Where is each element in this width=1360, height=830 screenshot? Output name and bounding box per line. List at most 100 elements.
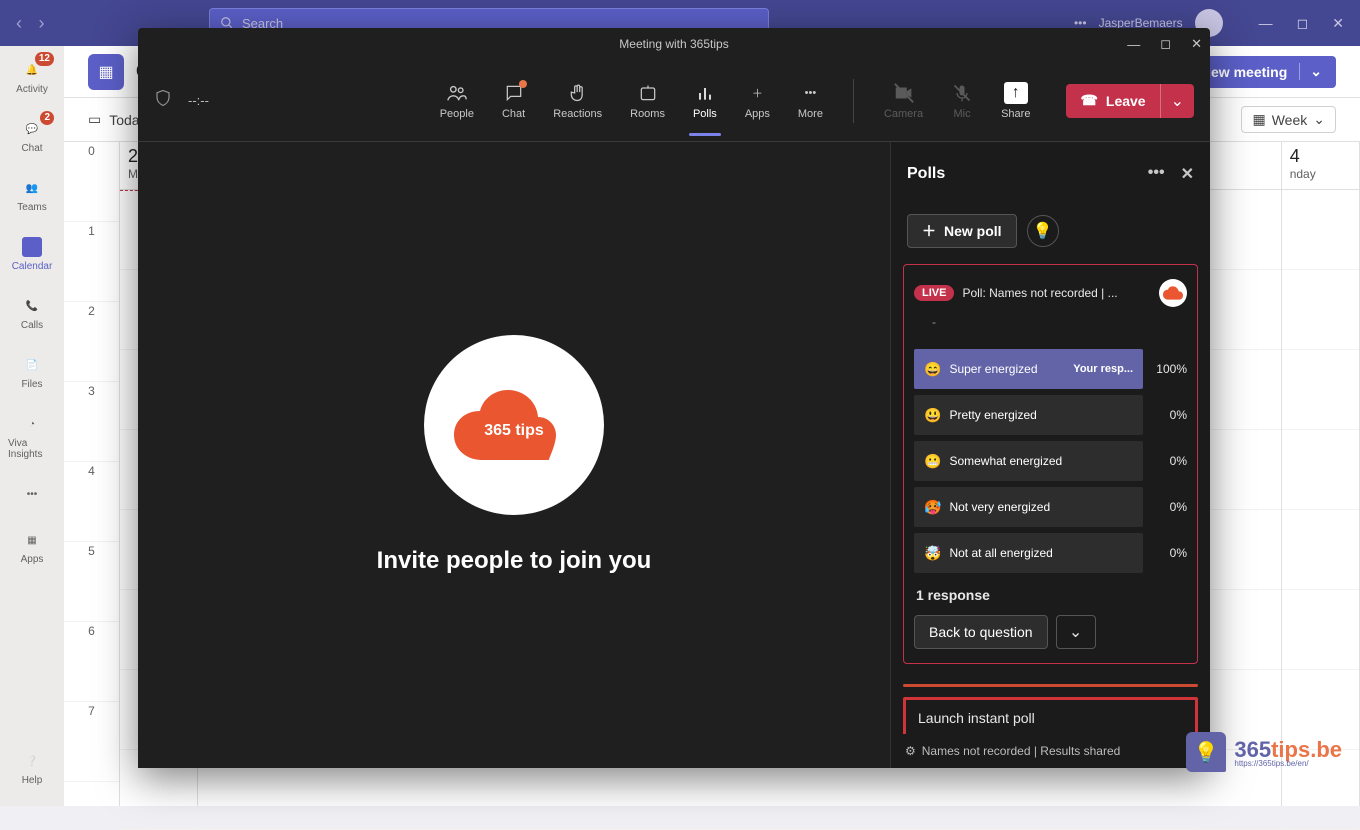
- polls-title: Polls: [907, 165, 945, 183]
- more-icon: •••: [799, 82, 821, 104]
- phone-icon: 📞: [20, 294, 44, 318]
- new-poll-button[interactable]: ＋New poll: [907, 214, 1017, 248]
- bulb-icon: 💡: [1186, 732, 1226, 772]
- maximize-icon[interactable]: ◻: [1160, 36, 1171, 52]
- poll-option[interactable]: 😬Somewhat energized0%: [914, 441, 1187, 481]
- mic-button[interactable]: Mic: [943, 82, 981, 120]
- polls-header: Polls ••• ✕: [891, 142, 1210, 206]
- calendar-icon: [20, 235, 44, 259]
- close-icon[interactable]: ✕: [1181, 164, 1194, 184]
- separator: [903, 684, 1198, 687]
- rail-calendar[interactable]: Calendar: [8, 231, 56, 276]
- gear-icon[interactable]: ⚙: [905, 744, 916, 758]
- plus-icon: ＋: [746, 82, 768, 104]
- poll-card: LIVE Poll: Names not recorded | ... - 😄S…: [903, 264, 1198, 664]
- share-button[interactable]: ↑Share: [993, 82, 1038, 120]
- meeting-window: Meeting with 365tips — ◻ ✕ --:-- People …: [138, 28, 1210, 768]
- rail-activity[interactable]: 🔔12Activity: [8, 54, 56, 99]
- apps-button[interactable]: ＋Apps: [737, 82, 778, 120]
- more-button[interactable]: •••More: [790, 82, 831, 120]
- poll-dash: -: [932, 315, 1187, 329]
- camera-off-icon: [893, 82, 915, 104]
- nav-forward-icon[interactable]: ›: [38, 13, 44, 33]
- invite-text: Invite people to join you: [377, 547, 652, 575]
- share-icon: ↑: [1004, 82, 1028, 104]
- chevron-down-icon: ⌄: [1313, 111, 1325, 128]
- shield-icon[interactable]: [154, 89, 172, 112]
- meeting-toolbar: --:-- People Chat Reactions Rooms Polls …: [138, 60, 1210, 142]
- teams-icon: 👥: [20, 176, 44, 200]
- polls-panel: Polls ••• ✕ ＋New poll 💡 LIVE Poll: Names…: [890, 142, 1210, 768]
- insights-icon: ◔: [20, 412, 44, 436]
- rail-insights[interactable]: ◔Viva Insights: [8, 408, 56, 464]
- more-icon: •••: [20, 482, 44, 506]
- back-to-question-button[interactable]: Back to question: [914, 615, 1048, 649]
- close-icon[interactable]: ✕: [1191, 36, 1202, 52]
- minimize-icon[interactable]: —: [1127, 37, 1140, 52]
- poll-option[interactable]: 🤯Not at all energized0%: [914, 533, 1187, 573]
- view-switch[interactable]: ▦ Week ⌄: [1241, 106, 1336, 133]
- polls-button[interactable]: Polls: [685, 82, 725, 120]
- rail-more[interactable]: •••: [8, 478, 56, 510]
- suggestion-button[interactable]: 💡: [1027, 215, 1059, 247]
- mic-off-icon: [951, 82, 973, 104]
- new-meeting-label: New meeting: [1201, 64, 1287, 80]
- your-response-label: Your resp...: [1073, 363, 1133, 375]
- polls-footer: ⚙ Names not recorded | Results shared: [891, 734, 1210, 768]
- bulb-icon: 💡: [1033, 221, 1053, 241]
- meeting-title-text: Meeting with 365tips: [619, 37, 728, 51]
- today-icon: ▭: [88, 111, 101, 128]
- chevron-down-icon[interactable]: ⌄: [1160, 84, 1194, 118]
- week-label: Week: [1272, 112, 1308, 128]
- rail-help[interactable]: ❔Help: [8, 745, 56, 790]
- rail-files[interactable]: 📄Files: [8, 349, 56, 394]
- meeting-timer: --:--: [188, 93, 209, 108]
- svg-text:365 tips: 365 tips: [484, 422, 544, 439]
- poll-title: Poll: Names not recorded | ...: [962, 286, 1151, 300]
- plus-icon: ＋: [922, 221, 936, 241]
- leave-button[interactable]: ☎Leave ⌄: [1066, 84, 1194, 118]
- notification-dot-icon: [519, 80, 527, 88]
- maximize-icon[interactable]: ◻: [1297, 15, 1309, 32]
- cloud-logo-icon: 365 tips: [454, 390, 574, 460]
- response-count: 1 response: [916, 587, 1187, 603]
- rail-apps[interactable]: ▦Apps: [8, 524, 56, 569]
- files-icon: 📄: [20, 353, 44, 377]
- left-rail: 🔔12Activity 💬2Chat 👥Teams Calendar 📞Call…: [0, 46, 64, 806]
- rail-calls[interactable]: 📞Calls: [8, 290, 56, 335]
- more-icon[interactable]: •••: [1148, 164, 1165, 184]
- meeting-titlebar: Meeting with 365tips — ◻ ✕: [138, 28, 1210, 60]
- poll-options: 😄Super energizedYour resp...100% 😃Pretty…: [914, 349, 1187, 573]
- reactions-button[interactable]: Reactions: [545, 82, 610, 120]
- poll-option[interactable]: 😄Super energizedYour resp...100%: [914, 349, 1187, 389]
- people-button[interactable]: People: [432, 82, 482, 120]
- instant-poll-section: Launch instant poll YES|NO 👍|👎 ❤|💔: [903, 697, 1198, 734]
- chevron-down-icon[interactable]: ⌄: [1299, 63, 1322, 80]
- poll-option[interactable]: 😃Pretty energized0%: [914, 395, 1187, 435]
- chevron-down-icon[interactable]: ⌄: [1056, 615, 1096, 649]
- apps-icon: ▦: [20, 528, 44, 552]
- rooms-button[interactable]: Rooms: [622, 82, 673, 120]
- live-badge: LIVE: [914, 285, 954, 301]
- people-icon: [446, 82, 468, 104]
- watermark: 💡 365tips.be https://365tips.be/en/: [1186, 732, 1342, 772]
- participant-avatar: 365 tips: [424, 335, 604, 515]
- polls-footer-text: Names not recorded | Results shared: [922, 744, 1121, 758]
- grid-icon: ▦: [1252, 111, 1265, 128]
- instant-poll-label: Launch instant poll: [918, 710, 1183, 726]
- calendar-app-icon: ▦: [88, 54, 124, 90]
- hangup-icon: ☎: [1080, 92, 1097, 109]
- close-icon[interactable]: ✕: [1332, 15, 1344, 32]
- polls-icon: [694, 82, 716, 104]
- rail-chat[interactable]: 💬2Chat: [8, 113, 56, 158]
- nav-arrows: ‹ ›: [16, 13, 56, 34]
- nav-back-icon[interactable]: ‹: [16, 13, 22, 33]
- minimize-icon[interactable]: —: [1259, 15, 1273, 32]
- poll-option[interactable]: 🥵Not very energized0%: [914, 487, 1187, 527]
- camera-button[interactable]: Camera: [876, 82, 931, 120]
- poll-author-avatar: [1159, 279, 1187, 307]
- meeting-stage: 365 tips Invite people to join you: [138, 142, 890, 768]
- rail-teams[interactable]: 👥Teams: [8, 172, 56, 217]
- divider: [853, 79, 854, 123]
- chat-button[interactable]: Chat: [494, 82, 533, 120]
